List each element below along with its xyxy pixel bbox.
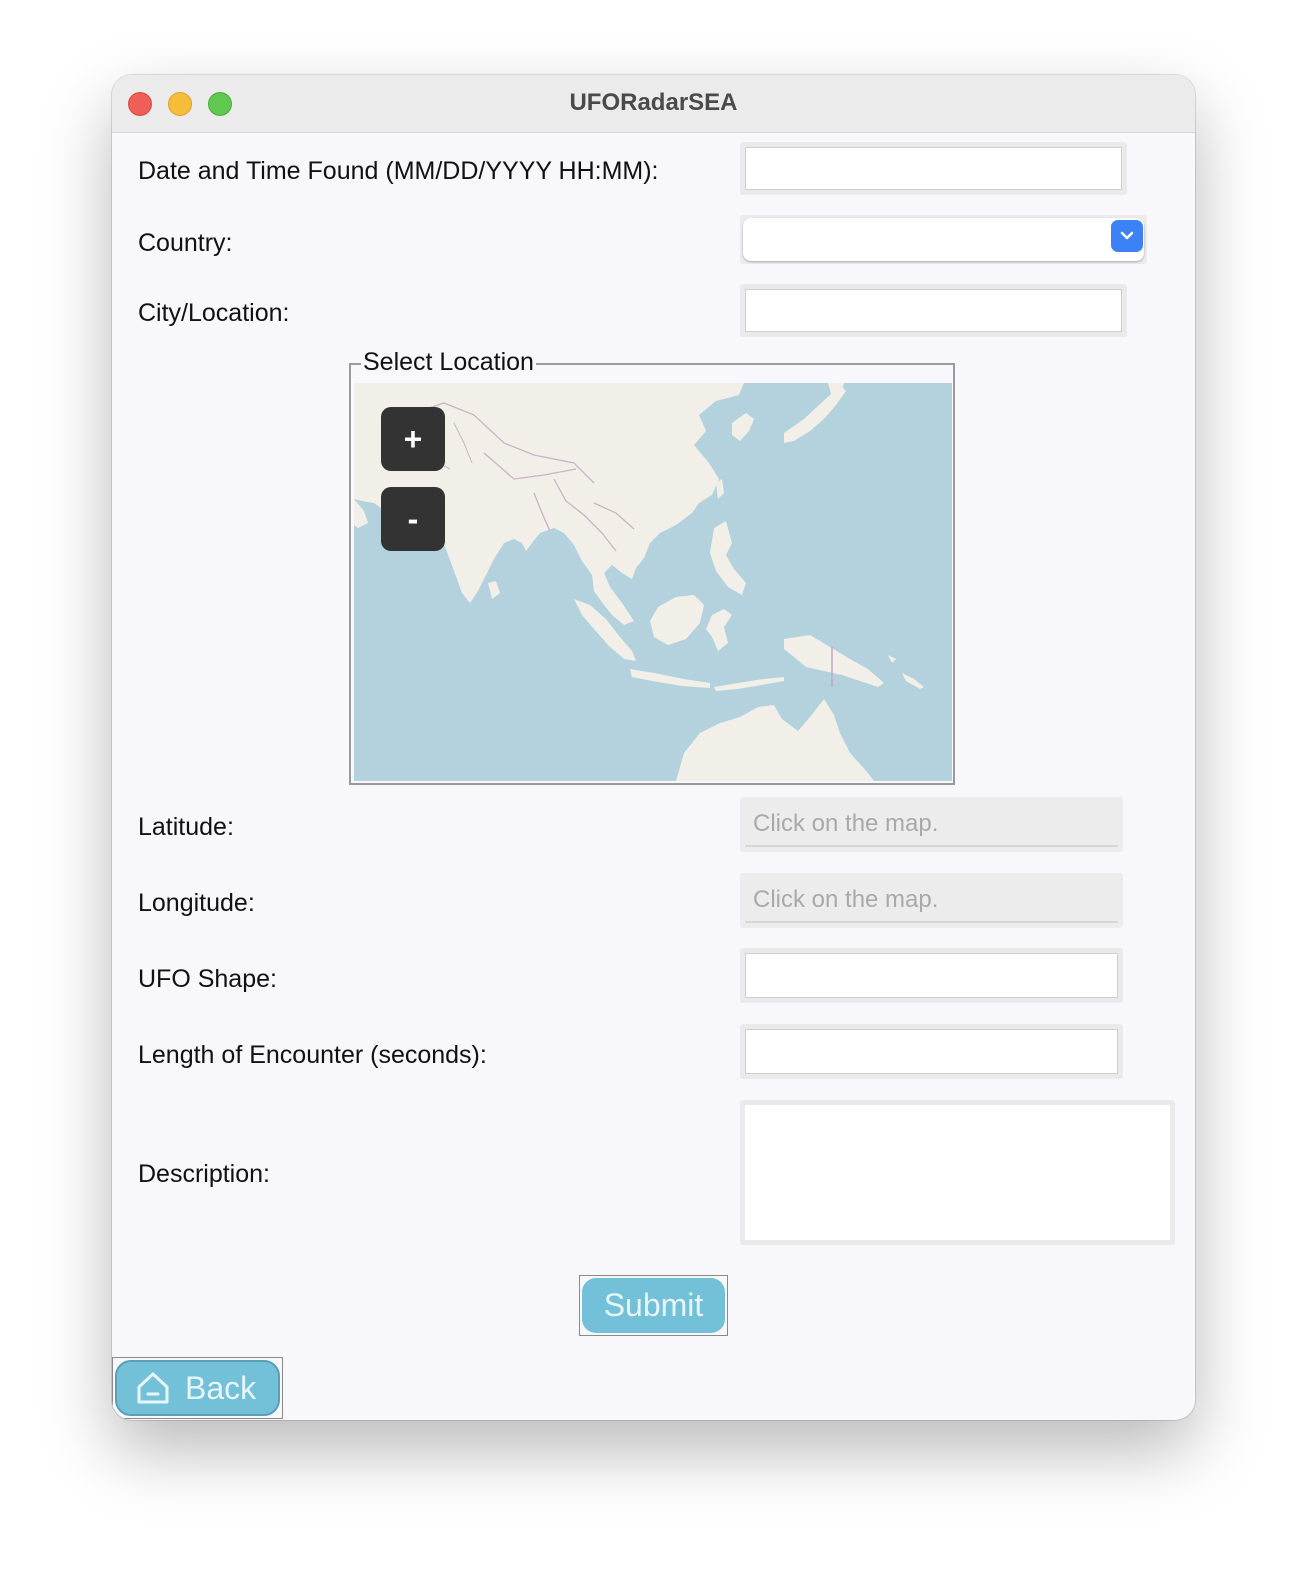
latitude-label: Latitude: — [138, 813, 234, 841]
encounter-length-label: Length of Encounter (seconds): — [138, 1041, 487, 1069]
country-select[interactable] — [743, 218, 1144, 261]
country-label: Country: — [138, 229, 233, 257]
description-label: Description: — [138, 1160, 270, 1188]
app-window: UFORadarSEA Date and Time Found (MM/DD/Y… — [112, 75, 1195, 1420]
zoom-in-button[interactable]: + — [381, 407, 445, 471]
select-location-group: Select Location + - — [349, 348, 955, 785]
ufo-shape-field-frame — [740, 948, 1123, 1003]
longitude-input — [745, 878, 1118, 923]
description-field-frame — [740, 1100, 1175, 1245]
longitude-field-frame — [740, 873, 1123, 928]
encounter-length-input[interactable] — [745, 1029, 1118, 1074]
back-button[interactable]: Back — [115, 1360, 280, 1416]
datetime-label: Date and Time Found (MM/DD/YYYY HH:MM): — [138, 157, 659, 185]
datetime-field-frame — [740, 142, 1127, 195]
encounter-length-field-frame — [740, 1024, 1123, 1079]
chevron-down-icon — [1120, 231, 1134, 240]
datetime-input[interactable] — [745, 147, 1122, 190]
city-label: City/Location: — [138, 299, 290, 327]
latitude-field-frame — [740, 797, 1123, 852]
country-dropdown-button[interactable] — [1111, 220, 1143, 252]
longitude-label: Longitude: — [138, 889, 255, 917]
latitude-input — [745, 802, 1118, 847]
city-input[interactable] — [745, 289, 1122, 332]
window-title: UFORadarSEA — [569, 89, 738, 116]
city-field-frame — [740, 284, 1127, 337]
back-button-frame: Back — [112, 1357, 283, 1419]
zoom-out-button[interactable]: - — [381, 487, 445, 551]
description-textarea[interactable] — [745, 1105, 1170, 1240]
ufo-shape-input[interactable] — [745, 953, 1118, 998]
home-icon — [137, 1372, 169, 1404]
submit-button-frame: Submit — [579, 1275, 728, 1336]
title-bar: UFORadarSEA — [112, 75, 1195, 133]
submit-button[interactable]: Submit — [582, 1278, 725, 1333]
back-button-label: Back — [185, 1369, 257, 1406]
location-map[interactable]: + - — [354, 383, 952, 781]
ufo-shape-label: UFO Shape: — [138, 965, 277, 993]
country-field-frame — [740, 215, 1147, 264]
select-location-title: Select Location — [361, 348, 536, 377]
